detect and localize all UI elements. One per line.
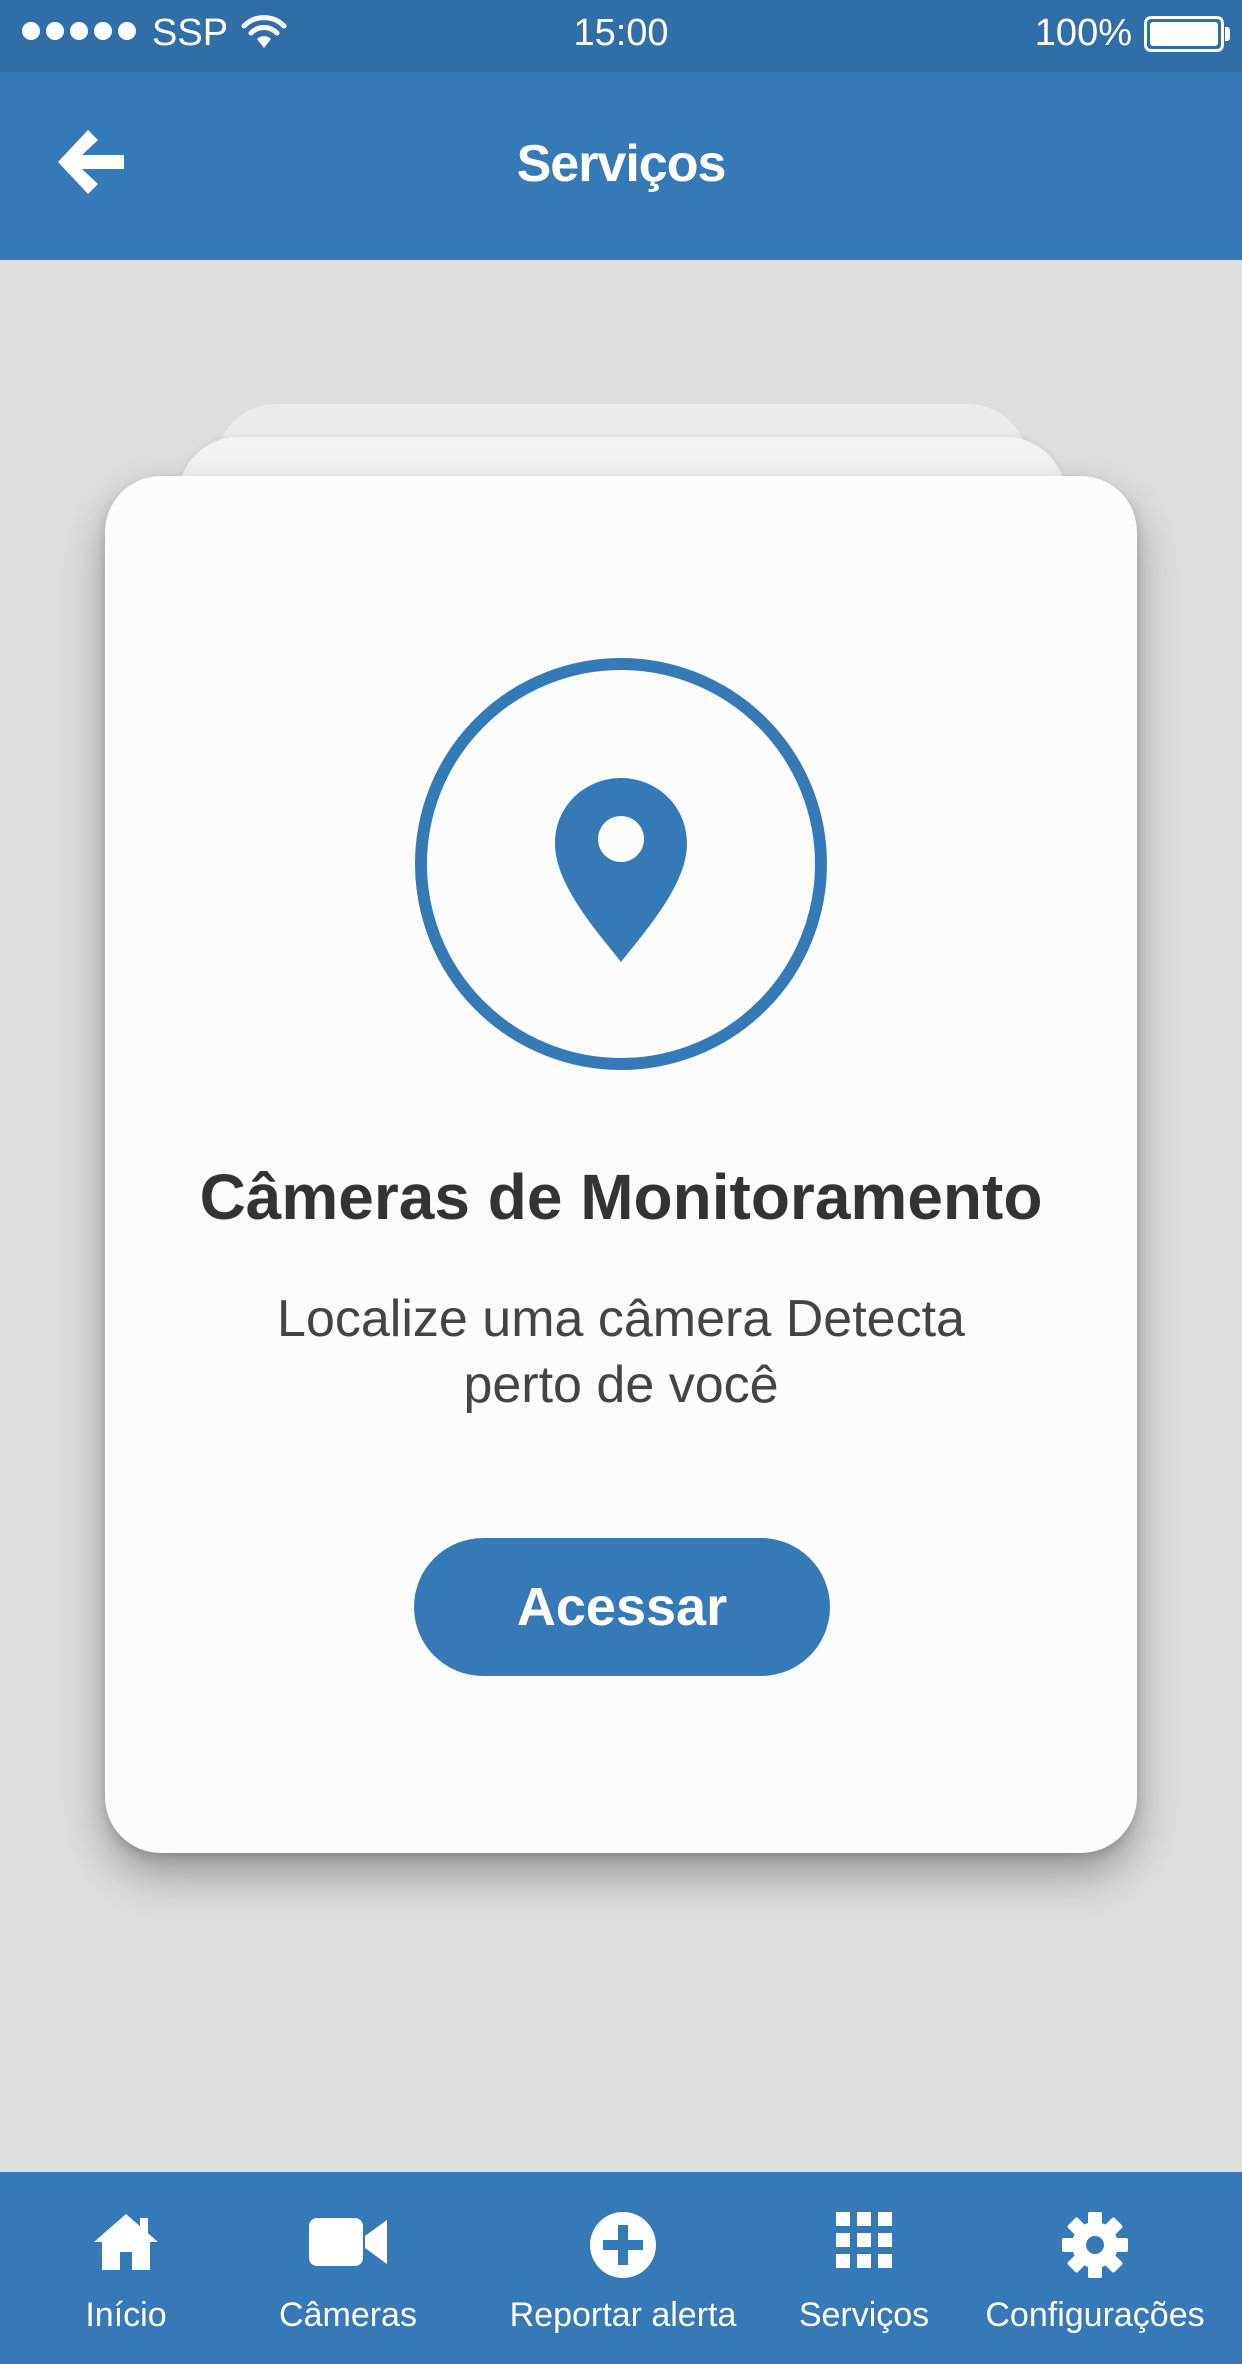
plus-circle-icon bbox=[590, 2212, 656, 2278]
tab-label: Reportar alerta bbox=[509, 2296, 737, 2334]
tab-servicos[interactable]: Serviços bbox=[784, 2172, 944, 2364]
tab-label: Câmeras bbox=[279, 2296, 417, 2334]
tab-reportar-alerta[interactable]: Reportar alerta bbox=[508, 2172, 738, 2364]
grid-icon bbox=[836, 2212, 892, 2268]
video-camera-icon bbox=[309, 2218, 387, 2266]
battery-icon bbox=[1144, 16, 1230, 52]
map-pin-icon bbox=[415, 658, 827, 1070]
home-icon bbox=[94, 2214, 158, 2270]
tab-configuracoes[interactable]: Configurações bbox=[982, 2172, 1208, 2364]
status-bar: SSP 15:00 100% bbox=[0, 0, 1242, 72]
page-title: Serviços bbox=[516, 135, 727, 193]
gear-icon bbox=[1062, 2212, 1128, 2278]
tab-label: Configurações bbox=[985, 2296, 1205, 2334]
tab-label: Início bbox=[85, 2296, 167, 2334]
tab-cameras[interactable]: Câmeras bbox=[268, 2172, 428, 2364]
card-description: Localize uma câmera Detecta perto de voc… bbox=[277, 1290, 965, 1414]
card-title: Câmeras de Monitoramento bbox=[199, 1161, 1043, 1233]
battery-percentage: 100% bbox=[1034, 12, 1132, 54]
access-button[interactable]: Acessar bbox=[414, 1538, 830, 1676]
tab-inicio[interactable]: Início bbox=[46, 2172, 206, 2364]
service-card: Câmeras de Monitoramento Localize uma câ… bbox=[105, 476, 1137, 1853]
app-header: Serviços bbox=[0, 72, 1242, 260]
bottom-tab-bar: Início Câmeras Reportar alerta Serviços bbox=[0, 2172, 1242, 2364]
tab-label: Serviços bbox=[798, 2296, 930, 2334]
